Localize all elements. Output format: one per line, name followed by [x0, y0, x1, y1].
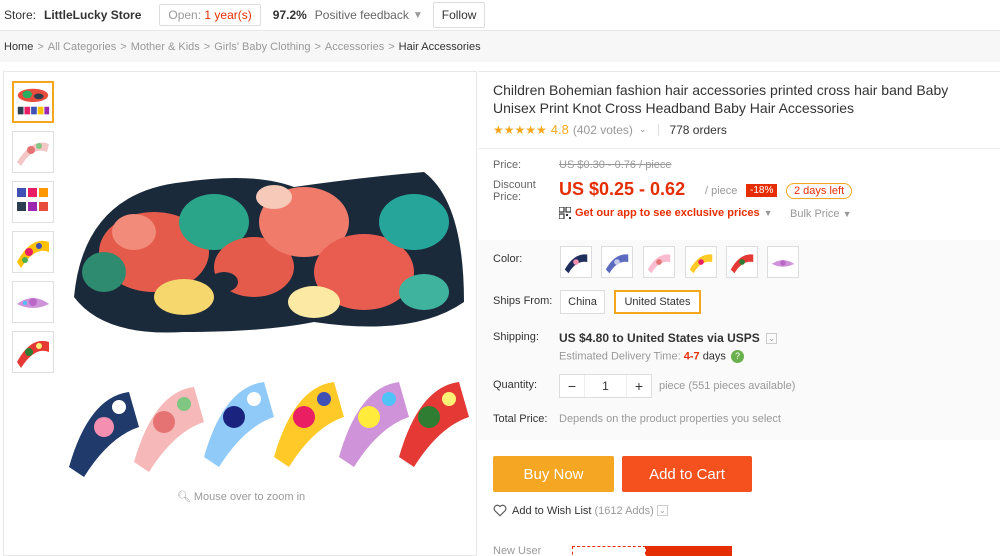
new-user-coupon-button[interactable]	[646, 546, 732, 556]
shipping-info: US $4.80 to United States via USPS ⌄	[559, 331, 778, 345]
discount-price-label: Discount Price:	[493, 179, 536, 203]
wish-list-label: Add to Wish List	[512, 504, 592, 517]
color-swatch-1[interactable]	[560, 246, 592, 278]
thumbnail-1[interactable]	[12, 81, 54, 123]
store-name[interactable]: LittleLucky Store	[44, 8, 141, 22]
wish-adds-count: (1612 Adds)	[594, 504, 654, 517]
discount-price: US $0.25 - 0.62	[559, 179, 686, 199]
thumbnail-5[interactable]	[12, 281, 54, 323]
help-icon[interactable]: ?	[731, 350, 744, 363]
ships-from-china[interactable]: China	[560, 290, 605, 314]
chevron-down-icon[interactable]: ⌄	[656, 505, 668, 516]
qr-code-icon	[559, 207, 571, 219]
add-to-cart-button[interactable]: Add to Cart	[622, 456, 752, 492]
bulk-price-link[interactable]: Bulk Price ▼	[790, 208, 852, 220]
ships-from-label: Ships From:	[493, 295, 553, 307]
thumbnail-list	[12, 81, 56, 381]
chevron-down-icon: ▼	[842, 209, 852, 219]
divider	[658, 123, 660, 136]
bulk-price-text: Bulk Price	[790, 208, 840, 220]
feedback-label[interactable]: Positive feedback	[315, 8, 409, 22]
chevron-down-icon[interactable]: ⌄	[639, 124, 647, 135]
breadcrumb-girls-baby-clothing[interactable]: Girls' Baby Clothing	[214, 41, 310, 53]
feedback-percent: 97.2%	[272, 8, 307, 22]
rating-votes[interactable]: (402 votes)	[573, 123, 633, 137]
discount-badge: -18%	[746, 184, 778, 197]
open-prefix: Open:	[168, 8, 202, 22]
thumbnail-6[interactable]	[12, 331, 54, 373]
wish-list[interactable]: Add to Wish List (1612 Adds) ⌄	[493, 504, 668, 517]
color-swatch-6[interactable]	[767, 246, 799, 278]
product-title: Children Bohemian fashion hair accessori…	[493, 82, 949, 116]
thumbnail-2[interactable]	[12, 131, 54, 173]
store-bar: Store: LittleLucky Store Open: 1 year(s)…	[0, 0, 1000, 31]
thumbnail-3[interactable]	[12, 181, 54, 223]
total-price-label: Total Price:	[493, 413, 548, 425]
new-user-coupon[interactable]	[572, 546, 646, 556]
shipping-destination: to United States via USPS	[612, 331, 760, 345]
breadcrumb-accessories[interactable]: Accessories	[325, 41, 384, 53]
shipping-label: Shipping:	[493, 331, 539, 343]
quantity-stepper: − 1 +	[559, 374, 652, 398]
zoom-hint-text: Mouse over to zoom in	[193, 491, 306, 503]
ships-from-united-states[interactable]: United States	[614, 290, 701, 314]
open-years: 1 year(s)	[204, 8, 252, 22]
increase-button[interactable]: +	[627, 378, 651, 394]
breadcrumb-all-categories[interactable]: All Categories	[48, 41, 116, 53]
heart-icon	[493, 504, 507, 517]
delivery-estimate: Estimated Delivery Time: 4-7 days ?	[559, 350, 744, 363]
original-price: US $0.30 - 0.76 / piece	[559, 159, 672, 171]
pieces-available: piece (551 pieces available)	[659, 380, 796, 392]
eta-days: 4-7	[683, 350, 700, 363]
breadcrumb-separator: >	[37, 40, 44, 53]
eta-label: Estimated Delivery Time:	[559, 350, 681, 363]
variant-strip-image	[64, 377, 474, 477]
breadcrumb-separator: >	[120, 40, 127, 53]
breadcrumb-current: Hair Accessories	[398, 40, 481, 53]
new-user-label: New User	[493, 545, 542, 556]
product-info: Children Bohemian fashion hair accessori…	[478, 71, 1000, 556]
chevron-down-icon: ▼	[763, 208, 773, 218]
app-offer-text: Get our app to see exclusive prices	[575, 207, 760, 219]
per-piece: / piece	[705, 185, 738, 197]
breadcrumb-home[interactable]: Home	[4, 41, 33, 53]
color-swatch-4[interactable]	[685, 246, 717, 278]
divider	[478, 148, 1000, 149]
breadcrumb: Home > All Categories > Mother & Kids > Gir…	[0, 31, 1000, 62]
buy-now-button[interactable]: Buy Now	[493, 456, 614, 492]
breadcrumb-mother-kids[interactable]: Mother & Kids	[131, 41, 200, 53]
breadcrumb-separator: >	[203, 40, 211, 53]
decrease-button[interactable]: −	[560, 378, 584, 394]
orders-count: 778 orders	[669, 122, 727, 137]
breadcrumb-separator: >	[388, 40, 395, 53]
color-swatch-3[interactable]	[643, 246, 675, 278]
breadcrumb-separator: >	[314, 40, 321, 53]
rating-row: ★★★★★ 4.8 (402 votes) ⌄ 778 orders	[493, 122, 727, 137]
eta-unit: days	[702, 350, 726, 363]
color-swatch-5[interactable]	[726, 246, 758, 278]
magnifier-icon: 🔍︎	[176, 491, 191, 503]
rating-score: 4.8	[550, 122, 569, 137]
store-label: Store:	[4, 8, 37, 22]
chevron-down-icon[interactable]: ⌄	[766, 333, 778, 345]
total-price-text: Depends on the product properties you se…	[559, 413, 781, 425]
color-label: Color:	[493, 253, 523, 265]
quantity-input[interactable]: 1	[584, 375, 627, 397]
product-gallery: 🔍︎ Mouse over to zoom in	[3, 71, 477, 556]
main-product-image[interactable]	[64, 162, 469, 342]
store-open-badge: Open: 1 year(s)	[159, 4, 261, 26]
zoom-hint: 🔍︎ Mouse over to zoom in	[4, 490, 478, 503]
days-left-badge: 2 days left	[786, 183, 853, 199]
thumbnail-4[interactable]	[12, 231, 54, 273]
chevron-down-icon[interactable]: ▼	[413, 10, 423, 21]
app-offer-link[interactable]: Get our app to see exclusive prices ▼	[559, 207, 773, 219]
follow-button[interactable]: Follow	[432, 2, 486, 28]
shipping-price: US $4.80	[559, 331, 610, 345]
quantity-label: Quantity:	[493, 379, 538, 391]
price-label: Price:	[493, 159, 522, 171]
color-swatch-2[interactable]	[601, 246, 633, 278]
star-rating-icon: ★★★★★	[493, 122, 547, 137]
